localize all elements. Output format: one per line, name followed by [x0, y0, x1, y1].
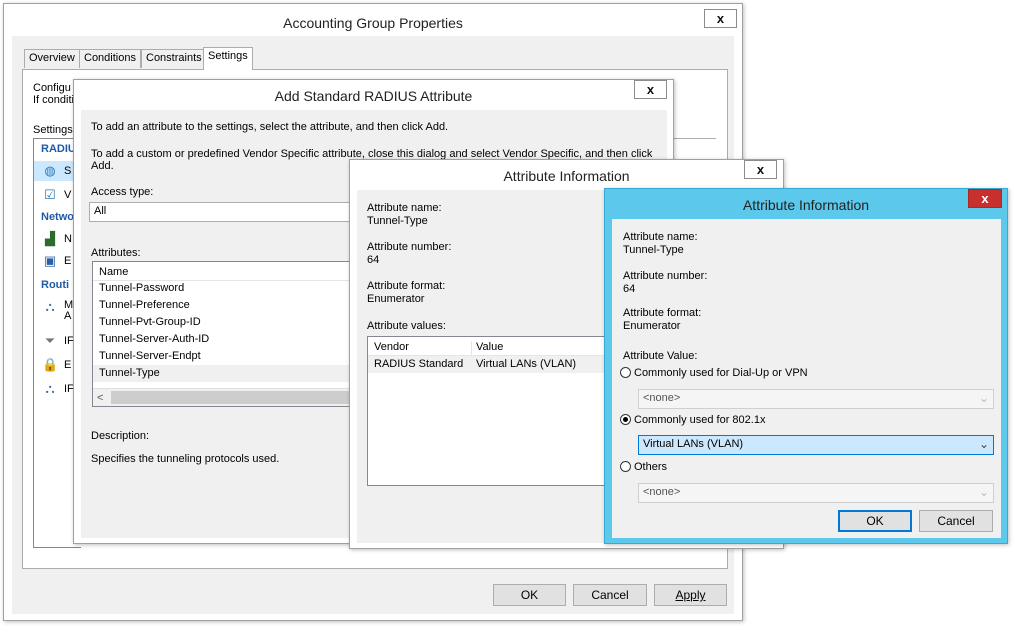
add-radius-title: Add Standard RADIUS Attribute: [274, 88, 473, 104]
settings-label: Settings:: [33, 124, 76, 136]
add-instruction-2-line2: Add.: [91, 160, 114, 172]
description-label: Description:: [91, 430, 150, 442]
vendor-cell: RADIUS Standard: [374, 358, 464, 370]
settings-detail-divider: [670, 138, 716, 139]
tab-conditions[interactable]: Conditions: [79, 49, 141, 68]
horizontal-scrollbar[interactable]: <: [93, 388, 361, 406]
8021x-combo-value: Virtual LANs (VLAN): [643, 438, 744, 450]
list-item[interactable]: Tunnel-Server-Auth-ID: [93, 331, 361, 348]
radio-8021x-indicator[interactable]: [620, 414, 631, 425]
attr-cancel-button[interactable]: Cancel: [919, 510, 993, 532]
radio-dialup-label: Commonly used for Dial-Up or VPN: [634, 367, 808, 379]
col-vendor-header[interactable]: Vendor: [374, 341, 409, 353]
list-item[interactable]: Tunnel-Server-Endpt: [93, 348, 361, 365]
attr-front-title: Attribute Information: [742, 197, 870, 213]
col-value-header[interactable]: Value: [471, 341, 503, 355]
attribute-information-front-window: Attribute Information x Attribute name: …: [604, 188, 1008, 544]
description-text: Specifies the tunneling protocols used.: [91, 453, 280, 465]
attr-back-format-label: Attribute format:: [367, 280, 446, 292]
ok-button[interactable]: OK: [493, 584, 566, 606]
others-combo-value: <none>: [643, 486, 681, 498]
radio-others[interactable]: Others: [620, 461, 667, 473]
value-cell: Virtual LANs (VLAN): [476, 358, 577, 370]
close-icon: x: [716, 11, 725, 26]
sidebar-item-e[interactable]: E: [64, 255, 71, 267]
radio-8021x[interactable]: Commonly used for 802.1x: [620, 414, 765, 426]
add-radius-close-button[interactable]: x: [634, 80, 667, 99]
chevron-down-icon: ⌄: [978, 485, 989, 499]
cancel-button[interactable]: Cancel: [573, 584, 647, 606]
radio-others-indicator[interactable]: [620, 461, 631, 472]
attr-back-title: Attribute Information: [503, 168, 630, 184]
tab-overview[interactable]: Overview: [24, 49, 80, 68]
access-type-label: Access type:: [91, 186, 154, 198]
sidebar-item-m-line2: A: [64, 310, 72, 322]
close-icon: x: [646, 82, 655, 97]
attr-front-client: Attribute name: Tunnel-Type Attribute nu…: [612, 219, 1001, 538]
attr-value-label: Attribute Value:: [623, 350, 698, 362]
close-icon: x: [981, 191, 989, 206]
sidebar-item-e2[interactable]: E: [64, 359, 71, 371]
8021x-combo[interactable]: Virtual LANs (VLAN) ⌄: [638, 435, 994, 455]
radio-others-label: Others: [634, 461, 668, 473]
list-item[interactable]: Tunnel-Pvt-Group-ID: [93, 314, 361, 331]
attr-back-name-label: Attribute name:: [367, 202, 442, 214]
attr-back-close-button[interactable]: x: [744, 160, 777, 179]
intro-line-2: If conditi: [33, 94, 74, 106]
attr-front-name-label: Attribute name:: [623, 231, 698, 243]
lock-icon: 🔒: [42, 357, 59, 372]
attr-front-number-value: 64: [623, 283, 636, 295]
sidebar-item-v[interactable]: V: [64, 189, 71, 201]
attr-back-number-value: 64: [367, 254, 380, 266]
add-instruction-1: To add an attribute to the settings, sel…: [91, 121, 449, 133]
attr-back-format-value: Enumerator: [367, 293, 425, 305]
dialup-combo-value: <none>: [643, 392, 681, 404]
sidebar-item-s[interactable]: S: [64, 165, 71, 177]
checkbox-icon: ☑: [44, 187, 56, 202]
tab-constraints[interactable]: Constraints: [141, 49, 207, 68]
attr-back-number-label: Attribute number:: [367, 241, 452, 253]
attr-back-values-label: Attribute values:: [367, 320, 446, 332]
others-combo: <none> ⌄: [638, 483, 994, 503]
attr-back-name-value: Tunnel-Type: [367, 215, 428, 227]
attr-front-format-label: Attribute format:: [623, 307, 702, 319]
chevron-down-icon: ⌄: [978, 391, 989, 405]
attr-front-number-label: Attribute number:: [623, 270, 708, 282]
radius-section-header: RADIU: [41, 143, 76, 155]
attr-front-name-value: Tunnel-Type: [623, 244, 684, 256]
globe-icon: ◍: [44, 163, 56, 178]
list-item-selected[interactable]: Tunnel-Type: [93, 365, 361, 382]
attr-front-format-value: Enumerator: [623, 320, 681, 332]
dialup-vpn-combo: <none> ⌄: [638, 389, 994, 409]
attributes-label: Attributes:: [91, 247, 141, 259]
radio-dialup-vpn[interactable]: Commonly used for Dial-Up or VPN: [620, 367, 808, 379]
radio-dialup-indicator[interactable]: [620, 367, 631, 378]
sidebar-item-n[interactable]: N: [64, 233, 72, 245]
network-section-header: Netwo: [41, 211, 74, 223]
accounting-title: Accounting Group Properties: [283, 15, 463, 31]
attr-ok-button[interactable]: OK: [838, 510, 912, 532]
radio-8021x-label: Commonly used for 802.1x: [634, 414, 766, 426]
list-item[interactable]: Tunnel-Preference: [93, 297, 361, 314]
attr-front-close-button[interactable]: x: [968, 189, 1002, 208]
scroll-left-icon[interactable]: <: [97, 392, 103, 404]
monitor-icon: ▣: [43, 253, 57, 268]
attributes-col-name-header[interactable]: Name: [93, 264, 361, 281]
chevron-down-icon[interactable]: ⌄: [979, 437, 989, 451]
list-item[interactable]: Tunnel-Password: [93, 280, 361, 297]
filter-icon: ⏷: [44, 333, 56, 348]
routing-icon: ⛬: [45, 299, 55, 314]
access-type-combo[interactable]: All: [89, 202, 389, 222]
tab-settings[interactable]: Settings: [203, 47, 253, 70]
apply-button[interactable]: Apply: [654, 584, 727, 606]
close-icon: x: [756, 162, 765, 177]
routing-section-header: Routi: [41, 279, 70, 291]
network-nodes-icon: ⛬: [45, 381, 55, 396]
scroll-thumb[interactable]: [111, 391, 361, 404]
network-icon: ▟: [45, 231, 55, 246]
intro-line-1: Configu: [33, 82, 71, 94]
attributes-list[interactable]: Name Tunnel-Password Tunnel-Preference T…: [92, 261, 362, 407]
accounting-close-button[interactable]: x: [704, 9, 737, 28]
